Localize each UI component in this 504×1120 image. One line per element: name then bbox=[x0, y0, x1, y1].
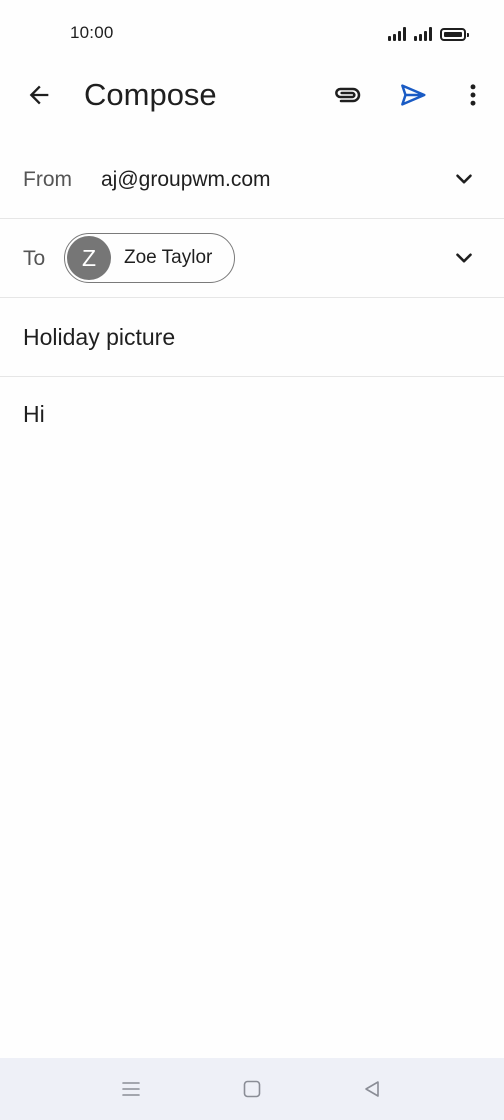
status-time: 10:00 bbox=[70, 23, 114, 42]
body-field[interactable]: Hi bbox=[0, 377, 504, 1057]
back-button[interactable] bbox=[17, 73, 61, 117]
to-expand-button[interactable] bbox=[442, 236, 486, 280]
status-icons bbox=[388, 24, 469, 44]
from-row: From aj@groupwm.com bbox=[0, 140, 504, 219]
from-expand-button[interactable] bbox=[442, 157, 486, 201]
to-row[interactable]: To Z Zoe Taylor bbox=[0, 219, 504, 298]
subject-text: Holiday picture bbox=[23, 324, 176, 350]
subject-field[interactable]: Holiday picture bbox=[0, 298, 504, 377]
recipient-chip[interactable]: Z Zoe Taylor bbox=[64, 233, 235, 283]
more-vert-icon bbox=[470, 84, 476, 106]
chevron-down-icon bbox=[456, 174, 472, 184]
home-button[interactable] bbox=[230, 1067, 274, 1111]
status-bar: 10:00 bbox=[0, 0, 504, 66]
battery-icon bbox=[440, 27, 469, 41]
paperclip-icon bbox=[335, 87, 361, 103]
from-label: From bbox=[23, 168, 72, 191]
app-bar: Compose bbox=[0, 66, 504, 124]
recipient-name: Zoe Taylor bbox=[124, 247, 213, 268]
signal-icon bbox=[414, 27, 432, 41]
home-square-icon bbox=[243, 1080, 261, 1098]
menu-icon bbox=[122, 1082, 140, 1096]
back-triangle-icon bbox=[365, 1081, 379, 1097]
send-button[interactable] bbox=[391, 73, 435, 117]
attach-button[interactable] bbox=[325, 73, 369, 117]
from-address[interactable]: aj@groupwm.com bbox=[101, 168, 271, 192]
signal-icon bbox=[388, 27, 406, 41]
system-back-button[interactable] bbox=[350, 1067, 394, 1111]
page-title: Compose bbox=[84, 77, 217, 112]
to-label: To bbox=[23, 247, 46, 270]
avatar: Z bbox=[67, 236, 111, 280]
arrow-back-icon bbox=[29, 85, 49, 105]
system-nav-bar bbox=[0, 1058, 504, 1120]
body-text: Hi bbox=[23, 401, 45, 427]
compose-screen: 10:00 Compose From aj@groupwm.com To Z Z… bbox=[0, 0, 504, 1120]
chevron-down-icon bbox=[456, 253, 472, 263]
recent-apps-button[interactable] bbox=[109, 1067, 153, 1111]
more-options-button[interactable] bbox=[451, 73, 495, 117]
send-icon bbox=[401, 84, 426, 106]
